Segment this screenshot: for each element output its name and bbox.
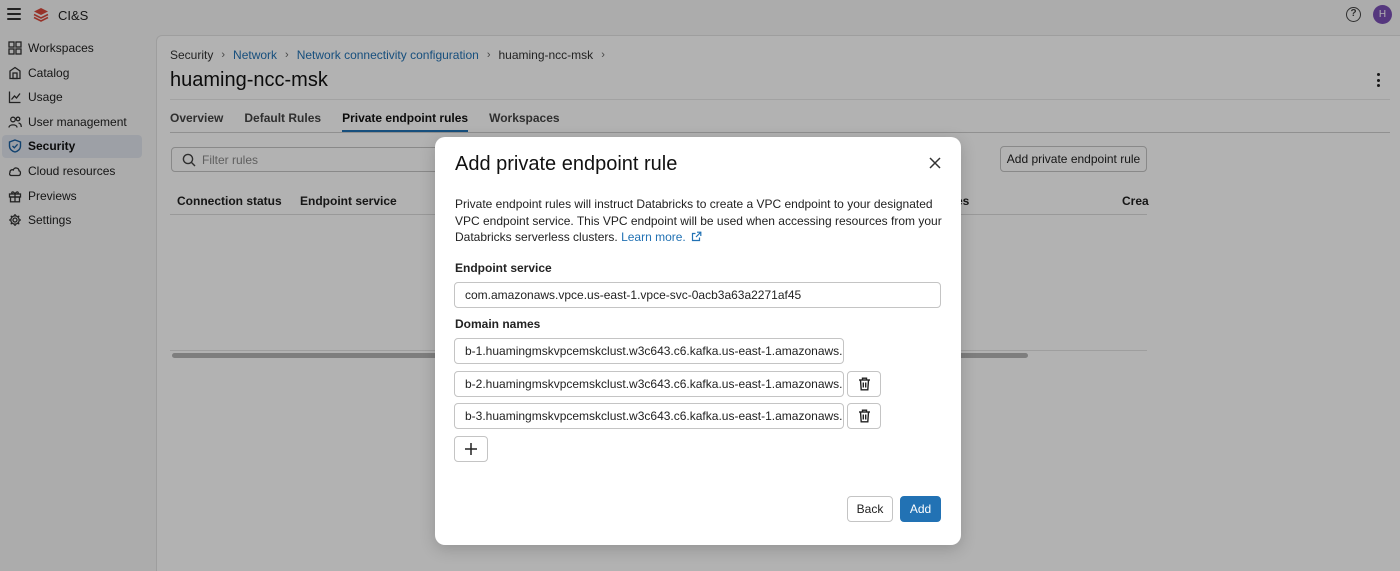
- domain-names-label: Domain names: [455, 317, 541, 331]
- learn-more-link[interactable]: Learn more.: [621, 230, 686, 244]
- external-link-icon[interactable]: [691, 231, 702, 242]
- add-button[interactable]: Add: [900, 496, 941, 522]
- delete-domain-button[interactable]: [847, 403, 881, 429]
- endpoint-service-label: Endpoint service: [455, 261, 552, 275]
- dialog-title: Add private endpoint rule: [455, 153, 678, 175]
- add-domain-button[interactable]: [454, 436, 488, 462]
- domain-name-input[interactable]: b-3.huamingmskvpcemskclust.w3c643.c6.kaf…: [454, 403, 844, 429]
- domain-name-input[interactable]: b-1.huamingmskvpcemskclust.w3c643.c6.kaf…: [454, 338, 844, 364]
- back-button[interactable]: Back: [847, 496, 893, 522]
- domain-name-input[interactable]: b-2.huamingmskvpcemskclust.w3c643.c6.kaf…: [454, 371, 844, 397]
- add-private-endpoint-rule-dialog: Add private endpoint rule Private endpoi…: [435, 137, 961, 545]
- plus-icon: [465, 443, 477, 455]
- delete-domain-button[interactable]: [847, 371, 881, 397]
- trash-icon: [858, 409, 870, 423]
- trash-icon: [858, 377, 870, 391]
- endpoint-service-input[interactable]: com.amazonaws.vpce.us-east-1.vpce-svc-0a…: [454, 282, 941, 308]
- close-icon[interactable]: [928, 156, 942, 170]
- dialog-description: Private endpoint rules will instruct Dat…: [455, 196, 945, 246]
